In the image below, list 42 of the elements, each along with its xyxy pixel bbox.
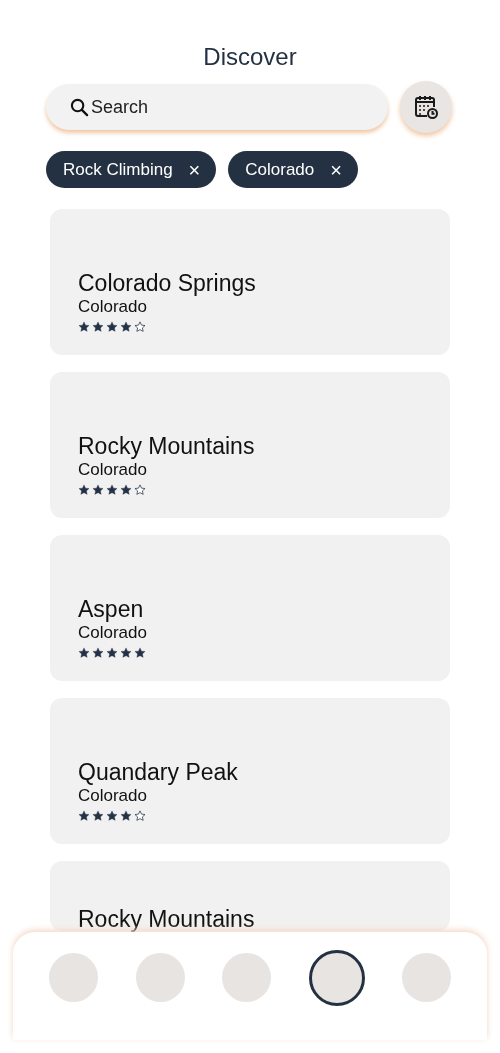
remove-button[interactable]: × — [324, 159, 348, 180]
place-card[interactable]: Rocky Mountains Colorado — [50, 372, 450, 518]
calendar-button[interactable] — [400, 81, 452, 133]
place-card[interactable]: Aspen Colorado — [50, 535, 450, 681]
place-region: Colorado — [78, 297, 148, 317]
place-name: Rocky Mountains — [78, 432, 256, 460]
remove-button[interactable]: × — [182, 159, 207, 180]
filled-star-icon — [92, 484, 104, 496]
filled-star-icon — [134, 647, 146, 659]
filled-star-icon — [78, 647, 90, 659]
empty-star-icon — [134, 810, 146, 822]
filled-star-icon — [106, 321, 118, 333]
filled-star-icon — [92, 321, 104, 333]
filled-star-icon — [120, 810, 132, 822]
filled-star-icon — [78, 321, 90, 333]
place-card[interactable]: Quandary Peak Colorado — [50, 698, 450, 844]
page-title: Discover — [202, 42, 298, 71]
filled-star-icon — [120, 321, 132, 333]
empty-star-icon — [134, 484, 146, 496]
place-region: Colorado — [78, 623, 148, 643]
calendar-clock-icon — [413, 94, 439, 120]
filled-star-icon — [120, 647, 132, 659]
place-region: Colorado — [78, 786, 148, 806]
chip-label: Rock Climbing — [63, 159, 173, 180]
place-region: Colorado — [78, 460, 148, 480]
place-card[interactable]: Colorado Springs Colorado — [50, 209, 450, 355]
filled-star-icon — [106, 484, 118, 496]
filled-star-icon — [78, 810, 90, 822]
place-name: Rocky Mountains — [78, 907, 256, 931]
place-name: Colorado Springs — [78, 269, 257, 297]
place-name: Quandary Peak — [78, 758, 239, 786]
chip-label: Colorado — [245, 159, 315, 180]
search-field[interactable]: Search — [46, 84, 388, 130]
filled-star-icon — [78, 484, 90, 496]
place-card[interactable]: Rocky Mountains — [50, 861, 450, 931]
filled-star-icon — [92, 647, 104, 659]
empty-star-icon — [134, 321, 146, 333]
filled-star-icon — [106, 810, 118, 822]
filled-star-icon — [106, 647, 118, 659]
filled-star-icon — [92, 810, 104, 822]
filled-star-icon — [120, 484, 132, 496]
place-name: Aspen — [78, 595, 145, 623]
